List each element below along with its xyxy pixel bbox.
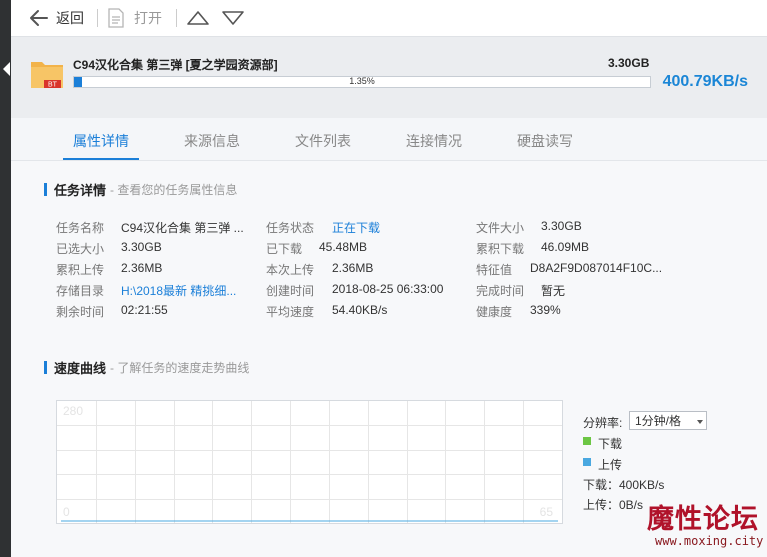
detail-label: 文件大小 (476, 221, 525, 235)
download-speed: 400.79KB/s (662, 73, 748, 90)
bt-folder-icon: BT (31, 62, 63, 89)
collapse-arrow-icon[interactable] (3, 62, 10, 76)
detail-label: 累积下载 (476, 242, 525, 256)
detail-label: 任务状态 (266, 221, 315, 235)
current-upload-rate: 上传：0B/s (583, 498, 644, 512)
section-marker (44, 183, 47, 196)
back-label: 返回 (56, 10, 84, 26)
move-down-button[interactable] (221, 0, 245, 36)
section-subtitle: - 查看您的任务属性信息 (110, 183, 238, 197)
chart-x-right-label: 65 (539, 505, 553, 519)
remaining-time-value: 02:21:55 (121, 303, 168, 317)
tab-properties[interactable]: 属性详情 (59, 118, 143, 160)
detail-label: 已选大小 (56, 242, 105, 256)
detail-label: 本次上传 (266, 263, 315, 277)
section-subtitle: - 了解任务的速度走势曲线 (110, 361, 250, 375)
health-value: 339% (530, 303, 561, 317)
total-uploaded-value: 2.36MB (121, 261, 163, 275)
storage-directory-link[interactable]: H:\2018最新 精挑细... (121, 282, 236, 299)
toolbar-divider (176, 9, 177, 27)
detail-label: 存储目录 (56, 284, 105, 298)
task-size: 3.30GB (608, 56, 650, 70)
selected-size-value: 3.30GB (121, 240, 162, 254)
task-header: BT C94汉化合集 第三弹 [夏之学园资源部] 3.30GB 1.35% 40… (11, 36, 767, 119)
task-name-value: C94汉化合集 第三弹 ... (121, 221, 244, 235)
detail-label: 任务名称 (56, 221, 105, 235)
current-download-rate: 下载：400KB/s (583, 478, 665, 492)
tab-disk-io[interactable]: 硬盘读写 (503, 118, 587, 160)
chart-y-max-label: 280 (63, 404, 84, 418)
tab-source-info[interactable]: 来源信息 (170, 118, 254, 160)
speed-curve-heading: 速度曲线 - 了解任务的速度走势曲线 (44, 358, 249, 377)
file-size-value: 3.30GB (541, 219, 582, 233)
bt-badge: BT (48, 82, 58, 89)
info-hash-value: D8A2F9D087014F10C... (530, 261, 663, 275)
chart-y-min-label: 0 (63, 505, 70, 519)
upload-legend-swatch (583, 458, 591, 466)
task-title: C94汉化合集 第三弹 [夏之学园资源部] (73, 58, 278, 72)
triangle-up-icon (187, 11, 209, 25)
session-uploaded-value: 2.36MB (332, 261, 374, 275)
toolbar: 返回 打开 (11, 0, 767, 36)
speed-chart-svg (57, 401, 562, 523)
created-time-value: 2018-08-25 06:33:00 (332, 282, 444, 296)
detail-label: 平均速度 (266, 305, 315, 319)
section-marker (44, 361, 47, 374)
left-side-panel (0, 0, 11, 557)
tab-connections[interactable]: 连接情况 (392, 118, 476, 160)
toolbar-divider (97, 9, 98, 27)
open-button[interactable]: 打开 (107, 0, 162, 36)
progress-percent: 1.35% (349, 76, 375, 86)
total-downloaded-value: 46.09MB (541, 240, 590, 254)
back-button[interactable]: 返回 (28, 0, 84, 36)
watermark-text: 魔性论坛 (647, 504, 759, 535)
section-title: 任务详情 (54, 183, 107, 198)
task-status-value: 正在下载 (332, 221, 381, 235)
download-legend-label: 下载 (598, 437, 623, 451)
resolution-select[interactable]: 1分钟/格 (629, 411, 707, 430)
watermark-url: www.moxing.city (655, 534, 764, 548)
triangle-down-icon (222, 11, 244, 25)
average-speed-value: 54.40KB/s (332, 303, 388, 317)
download-legend-swatch (583, 437, 591, 445)
active-tab-indicator (63, 158, 139, 160)
detail-label: 健康度 (476, 305, 513, 319)
detail-label: 完成时间 (476, 284, 525, 298)
document-icon (108, 8, 124, 28)
detail-label: 剩余时间 (56, 305, 105, 319)
detail-label: 已下载 (266, 242, 303, 256)
chevron-down-icon (697, 420, 703, 424)
resolution-label: 分辨率: (583, 416, 623, 430)
back-arrow-icon (30, 10, 48, 26)
detail-label: 特征值 (476, 263, 513, 277)
completed-time-value: 暂无 (541, 284, 566, 298)
section-title: 速度曲线 (54, 361, 107, 376)
resolution-value: 1分钟/格 (635, 414, 682, 428)
detail-label: 创建时间 (266, 284, 315, 298)
open-label: 打开 (134, 10, 162, 26)
tab-file-list[interactable]: 文件列表 (281, 118, 365, 160)
download-progress-bar: 1.35% (73, 76, 651, 88)
forum-watermark: 魔性论坛 www.moxing.city (635, 495, 767, 557)
downloaded-value: 45.48MB (319, 240, 368, 254)
detail-tabs: 属性详情 来源信息 文件列表 连接情况 硬盘读写 (11, 118, 767, 161)
upload-legend-label: 上传 (598, 458, 623, 472)
move-up-button[interactable] (186, 0, 210, 36)
detail-label: 累积上传 (56, 263, 105, 277)
task-details-heading: 任务详情 - 查看您的任务属性信息 (44, 180, 237, 199)
speed-chart: 280 0 65 (56, 400, 563, 524)
